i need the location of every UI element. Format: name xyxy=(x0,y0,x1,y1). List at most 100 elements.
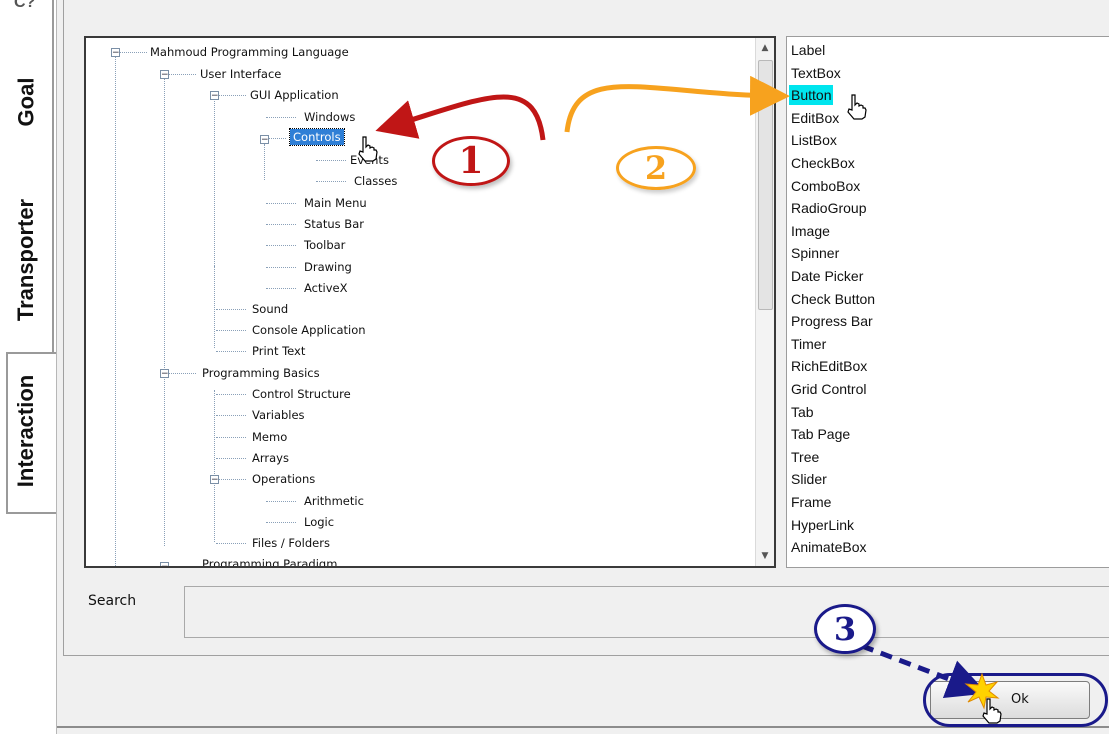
tree-line xyxy=(164,376,165,546)
control-list-item[interactable]: RichEditBox xyxy=(791,356,867,376)
tree-branch xyxy=(266,203,296,204)
tree-line xyxy=(164,76,165,372)
tree-node-sound[interactable]: Sound xyxy=(252,301,288,317)
tree-line xyxy=(115,54,116,566)
tree-scrollbar[interactable]: ▲ ▼ xyxy=(755,38,774,566)
control-list-item[interactable]: Frame xyxy=(791,492,831,512)
control-list-item[interactable]: ListBox xyxy=(791,130,837,150)
control-list-item[interactable]: Check Button xyxy=(791,289,875,309)
tree-branch xyxy=(117,52,147,53)
tree-branch xyxy=(266,288,296,289)
tree-node-toolbar[interactable]: Toolbar xyxy=(304,237,345,253)
hand-cursor-icon xyxy=(982,698,1002,724)
tree-node-controls[interactable]: Controls xyxy=(289,128,345,146)
tree-node-status-bar[interactable]: Status Bar xyxy=(304,216,364,232)
tree-node-main-menu[interactable]: Main Menu xyxy=(304,195,367,211)
tree-branch xyxy=(216,437,246,438)
tree-node-gui-application[interactable]: GUI Application xyxy=(250,87,339,103)
search-input[interactable] xyxy=(184,586,1109,638)
control-list-item[interactable]: Grid Control xyxy=(791,379,866,399)
control-list-item[interactable]: Tab xyxy=(791,402,814,422)
tree-node-programming-basics[interactable]: Programming Basics xyxy=(202,365,320,381)
tree-node-control-structure[interactable]: Control Structure xyxy=(252,386,351,402)
collapse-icon[interactable]: − xyxy=(210,475,219,485)
tree-node-drawing[interactable]: Drawing xyxy=(304,259,352,275)
tab-fragment-top[interactable]: C? xyxy=(14,0,35,12)
tree-branch xyxy=(266,224,296,225)
scroll-down-icon[interactable]: ▼ xyxy=(756,548,774,564)
control-list-item[interactable]: EditBox xyxy=(791,108,839,128)
tree-branch xyxy=(216,330,246,331)
tree-node-root[interactable]: Mahmoud Programming Language xyxy=(150,44,349,60)
tree-node-user-interface[interactable]: User Interface xyxy=(200,66,281,82)
tree-branch xyxy=(166,373,196,374)
step3-highlight-ring xyxy=(923,673,1108,727)
tree-branch xyxy=(266,245,296,246)
tree-branch xyxy=(266,522,296,523)
tree-branch xyxy=(266,267,296,268)
step-1-badge: 1 xyxy=(432,136,510,186)
control-list-item[interactable]: Label xyxy=(791,40,825,60)
hand-cursor-icon xyxy=(358,136,378,162)
tree-line xyxy=(214,390,215,542)
control-list-item[interactable]: Tab Page xyxy=(791,424,850,444)
tree-line xyxy=(214,98,215,278)
topic-tree[interactable]: − − − − − − − Mahmoud Programming Langua… xyxy=(84,36,776,568)
tree-branch xyxy=(266,117,296,118)
expand-icon[interactable]: − xyxy=(160,562,169,566)
tree-node-print-text[interactable]: Print Text xyxy=(252,343,305,359)
tree-branch xyxy=(216,543,246,544)
tree-branch xyxy=(216,394,246,395)
control-list-item[interactable]: Spinner xyxy=(791,243,839,263)
tree-branch xyxy=(266,501,296,502)
collapse-icon[interactable]: − xyxy=(160,369,169,379)
tree-branch xyxy=(216,415,246,416)
tree-node-console-application[interactable]: Console Application xyxy=(252,322,366,338)
tree-node-classes[interactable]: Classes xyxy=(354,173,397,189)
control-list-item[interactable]: RadioGroup xyxy=(791,198,867,218)
control-list-item[interactable]: Button xyxy=(789,85,834,106)
control-list-item[interactable]: AnimateBox xyxy=(791,537,866,557)
control-list-item[interactable]: Slider xyxy=(791,469,827,489)
search-label: Search xyxy=(88,593,137,609)
tree-line xyxy=(214,266,215,348)
control-list-item[interactable]: Progress Bar xyxy=(791,311,873,331)
tree-node-memo[interactable]: Memo xyxy=(252,429,287,445)
control-list-item[interactable]: ComboBox xyxy=(791,176,860,196)
tree-node-arrays[interactable]: Arrays xyxy=(252,450,289,466)
controls-list[interactable]: Label TextBox Button EditBox ListBox CheckBox… xyxy=(786,36,1109,568)
control-list-item[interactable]: Date Picker xyxy=(791,266,863,286)
control-list-item[interactable]: CheckBox xyxy=(791,153,855,173)
control-list-item[interactable]: Image xyxy=(791,221,830,241)
tab-interaction[interactable]: Interaction xyxy=(0,352,52,510)
control-list-item[interactable]: Tree xyxy=(791,447,819,467)
tree-node-windows[interactable]: Windows xyxy=(304,109,355,125)
tab-goal[interactable]: Goal xyxy=(0,52,52,152)
tree-branch xyxy=(216,351,246,352)
step-3-badge: 3 xyxy=(814,604,876,654)
collapse-icon[interactable]: − xyxy=(160,70,169,80)
control-list-item[interactable]: Timer xyxy=(791,334,826,354)
tab-transporter[interactable]: Transporter xyxy=(0,175,52,345)
tree-branch xyxy=(266,138,286,139)
tree-node-activex[interactable]: ActiveX xyxy=(304,280,347,296)
tab-transporter-label: Transporter xyxy=(13,198,39,322)
tree-branch xyxy=(216,479,246,480)
tree-branch xyxy=(216,458,246,459)
control-list-item[interactable]: HyperLink xyxy=(791,515,854,535)
scroll-up-icon[interactable]: ▲ xyxy=(756,40,774,56)
collapse-icon[interactable]: − xyxy=(260,135,269,145)
scrollbar-thumb[interactable] xyxy=(758,60,773,310)
tree-node-operations[interactable]: Operations xyxy=(252,471,315,487)
tree-node-logic[interactable]: Logic xyxy=(304,514,334,530)
collapse-icon[interactable]: − xyxy=(210,91,219,101)
control-list-item[interactable]: TextBox xyxy=(791,63,841,83)
tree-node-variables[interactable]: Variables xyxy=(252,407,305,423)
step-2-badge: 2 xyxy=(616,146,696,190)
tree-node-files-folders[interactable]: Files / Folders xyxy=(252,535,330,551)
tree-node-arithmetic[interactable]: Arithmetic xyxy=(304,493,364,509)
side-tab-strip: C? Goal Transporter Interaction xyxy=(0,0,58,734)
collapse-icon[interactable]: − xyxy=(111,48,120,58)
tree-node-programming-paradigm[interactable]: Programming Paradigm xyxy=(202,556,337,566)
tab-interaction-label: Interaction xyxy=(13,374,38,488)
